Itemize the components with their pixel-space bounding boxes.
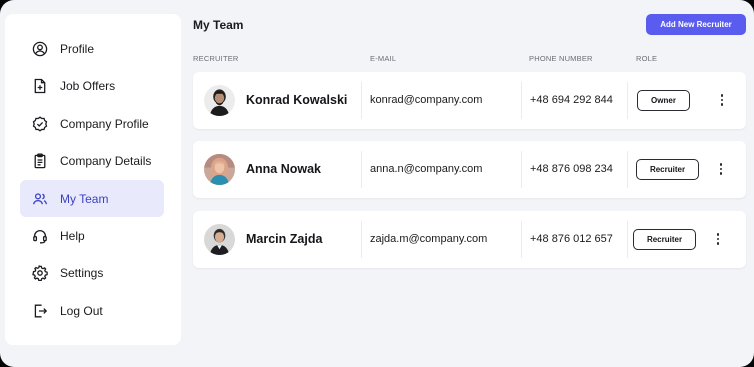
role-button[interactable]: Owner <box>637 90 690 111</box>
column-header-role: ROLE <box>636 54 658 63</box>
divider <box>627 82 628 119</box>
clipboard-icon <box>32 153 48 169</box>
sidebar-item-label: Profile <box>60 41 95 56</box>
sidebar-item-job-offers[interactable]: Job Offers <box>20 67 164 104</box>
file-plus-icon <box>32 78 48 94</box>
table-row: Anna Nowak anna.n@company.com +48 876 09… <box>193 141 746 198</box>
sidebar-item-profile[interactable]: Profile <box>20 30 164 67</box>
recruiter-email: konrad@company.com <box>370 94 483 106</box>
avatar <box>204 154 235 185</box>
avatar <box>204 85 235 116</box>
sidebar-item-settings[interactable]: Settings <box>20 254 164 291</box>
divider <box>521 221 522 258</box>
table-row: Konrad Kowalski konrad@company.com +48 6… <box>193 72 746 129</box>
sidebar-item-my-team[interactable]: My Team <box>20 180 164 217</box>
page-title: My Team <box>193 18 244 32</box>
role-button[interactable]: Recruiter <box>636 159 699 180</box>
badge-check-icon <box>32 115 48 132</box>
divider <box>521 151 522 188</box>
recruiter-name: Marcin Zajda <box>246 232 323 246</box>
column-header-recruiter: RECRUITER <box>193 54 239 63</box>
divider <box>627 151 628 188</box>
recruiter-phone: +48 694 292 844 <box>530 94 613 106</box>
recruiter-name: Konrad Kowalski <box>246 93 348 107</box>
divider <box>627 221 628 258</box>
role-button[interactable]: Recruiter <box>633 229 696 250</box>
column-header-email: E-MAIL <box>370 54 397 63</box>
avatar <box>204 224 235 255</box>
logout-icon <box>32 303 48 319</box>
table-row: Marcin Zajda zajda.m@company.com +48 876… <box>193 211 746 268</box>
more-options-icon[interactable] <box>717 90 727 110</box>
sidebar-item-label: My Team <box>60 191 109 206</box>
sidebar-item-label: Settings <box>60 265 104 280</box>
sidebar-item-label: Company Details <box>60 153 152 168</box>
sidebar-item-label: Log Out <box>60 303 103 318</box>
column-header-phone: PHONE NUMBER <box>529 54 593 63</box>
recruiter-name: Anna Nowak <box>246 162 322 176</box>
divider <box>361 82 362 119</box>
recruiter-phone: +48 876 098 234 <box>530 163 613 175</box>
gear-icon <box>32 264 48 281</box>
divider <box>521 82 522 119</box>
app-frame: Profile Job Offers Company Profile Compa… <box>0 0 754 367</box>
recruiter-email: zajda.m@company.com <box>370 233 488 245</box>
more-options-icon[interactable] <box>713 229 723 249</box>
headset-icon <box>32 228 48 244</box>
sidebar-item-label: Company Profile <box>60 116 149 131</box>
sidebar-item-company-profile[interactable]: Company Profile <box>20 105 164 142</box>
users-icon <box>32 191 48 207</box>
sidebar-item-company-details[interactable]: Company Details <box>20 142 164 179</box>
divider <box>361 221 362 258</box>
sidebar-item-label: Help <box>60 228 85 243</box>
sidebar-item-help[interactable]: Help <box>20 217 164 254</box>
divider <box>361 151 362 188</box>
sidebar-item-label: Job Offers <box>60 78 116 93</box>
user-circle-icon <box>32 41 48 57</box>
sidebar: Profile Job Offers Company Profile Compa… <box>5 14 181 345</box>
more-options-icon[interactable] <box>716 159 726 179</box>
recruiter-phone: +48 876 012 657 <box>530 233 613 245</box>
recruiter-email: anna.n@company.com <box>370 163 483 175</box>
add-new-recruiter-button[interactable]: Add New Recruiter <box>646 14 746 35</box>
sidebar-item-log-out[interactable]: Log Out <box>20 292 164 329</box>
